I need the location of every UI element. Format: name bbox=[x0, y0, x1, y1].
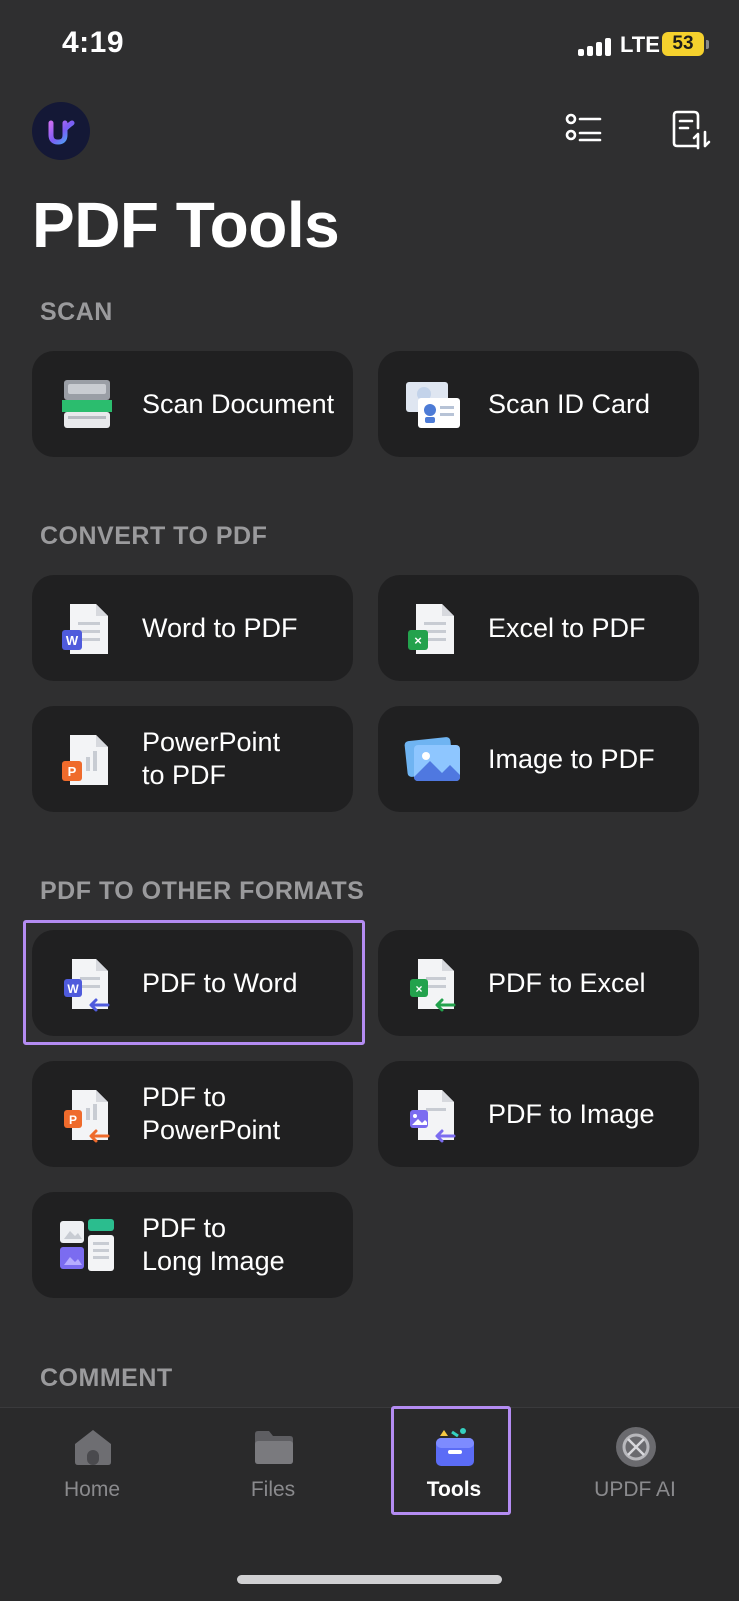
home-icon bbox=[72, 1426, 114, 1468]
pdf-to-powerpoint-button[interactable]: P PDF to PowerPoint bbox=[32, 1061, 353, 1167]
tool-label: Excel to PDF bbox=[488, 612, 646, 643]
ai-icon bbox=[615, 1426, 657, 1468]
pdf-to-long-image-button[interactable]: PDF to Long Image bbox=[32, 1192, 353, 1298]
signal-strength-icon bbox=[578, 38, 616, 56]
powerpoint-doc-icon: P bbox=[58, 731, 116, 789]
pdf-to-powerpoint-icon: P bbox=[58, 1086, 116, 1144]
tab-bar: Home Files Tools UPDF AI bbox=[0, 1407, 739, 1601]
selection-highlight bbox=[391, 1406, 511, 1515]
excel-to-pdf-button[interactable]: × Excel to PDF bbox=[378, 575, 699, 681]
image-doc-icon bbox=[404, 731, 462, 789]
id-card-icon bbox=[404, 376, 462, 434]
svg-text:×: × bbox=[415, 982, 422, 996]
network-type: LTE bbox=[620, 32, 660, 57]
status-bar: 4:19 LTE 53 bbox=[0, 0, 739, 90]
section-label-comment: COMMENT bbox=[40, 1364, 173, 1392]
pdf-to-excel-icon: × bbox=[404, 955, 462, 1013]
list-view-icon[interactable] bbox=[562, 108, 606, 152]
section-label-pdf-to-other-formats: PDF TO OTHER FORMATS bbox=[40, 877, 365, 905]
battery-icon: 53 bbox=[662, 32, 704, 56]
app-logo-icon[interactable] bbox=[32, 102, 90, 160]
folder-icon bbox=[253, 1426, 295, 1468]
selection-highlight bbox=[23, 920, 365, 1045]
pdf-to-image-icon bbox=[404, 1086, 462, 1144]
tool-label: PDF to Image bbox=[488, 1098, 655, 1129]
pdf-to-image-button[interactable]: PDF to Image bbox=[378, 1061, 699, 1167]
tab-home[interactable]: Home bbox=[0, 1408, 184, 1518]
section-label-convert-to-pdf: CONVERT TO PDF bbox=[40, 522, 268, 550]
tab-updf-ai[interactable]: UPDF AI bbox=[543, 1408, 727, 1518]
section-label-scan: SCAN bbox=[40, 298, 113, 326]
pdf-to-long-image-icon bbox=[58, 1217, 116, 1275]
svg-text:×: × bbox=[414, 633, 422, 648]
word-to-pdf-button[interactable]: W Word to PDF bbox=[32, 575, 353, 681]
scanner-icon bbox=[58, 376, 116, 434]
tab-files[interactable]: Files bbox=[181, 1408, 365, 1518]
powerpoint-to-pdf-button[interactable]: P PowerPoint to PDF bbox=[32, 706, 353, 812]
svg-text:P: P bbox=[68, 764, 77, 779]
svg-text:P: P bbox=[69, 1113, 77, 1127]
page-title: PDF Tools bbox=[32, 189, 340, 261]
status-time: 4:19 bbox=[62, 26, 125, 59]
tool-label: Scan ID Card bbox=[488, 388, 651, 419]
home-indicator bbox=[237, 1575, 502, 1584]
excel-doc-icon: × bbox=[404, 600, 462, 658]
pdf-to-excel-button[interactable]: × PDF to Excel bbox=[378, 930, 699, 1036]
tool-label: PowerPoint to PDF bbox=[142, 727, 281, 790]
tab-label: UPDF AI bbox=[594, 1478, 676, 1501]
svg-text:W: W bbox=[66, 633, 79, 648]
battery-nub bbox=[706, 40, 709, 49]
sort-files-icon[interactable] bbox=[668, 108, 712, 152]
image-to-pdf-button[interactable]: Image to PDF bbox=[378, 706, 699, 812]
tool-label: Image to PDF bbox=[488, 743, 655, 774]
word-doc-icon: W bbox=[58, 600, 116, 658]
tab-label: Home bbox=[63, 1478, 121, 1501]
tool-label: PDF to Long Image bbox=[142, 1213, 285, 1276]
tab-label: Files bbox=[250, 1478, 296, 1501]
tool-label: PDF to Excel bbox=[488, 967, 646, 998]
tool-label: Word to PDF bbox=[142, 612, 298, 643]
scan-document-button[interactable]: Scan Document bbox=[32, 351, 353, 457]
tool-label: PDF to PowerPoint bbox=[142, 1082, 281, 1145]
tool-label: Scan Document bbox=[142, 388, 335, 419]
scan-id-card-button[interactable]: Scan ID Card bbox=[378, 351, 699, 457]
